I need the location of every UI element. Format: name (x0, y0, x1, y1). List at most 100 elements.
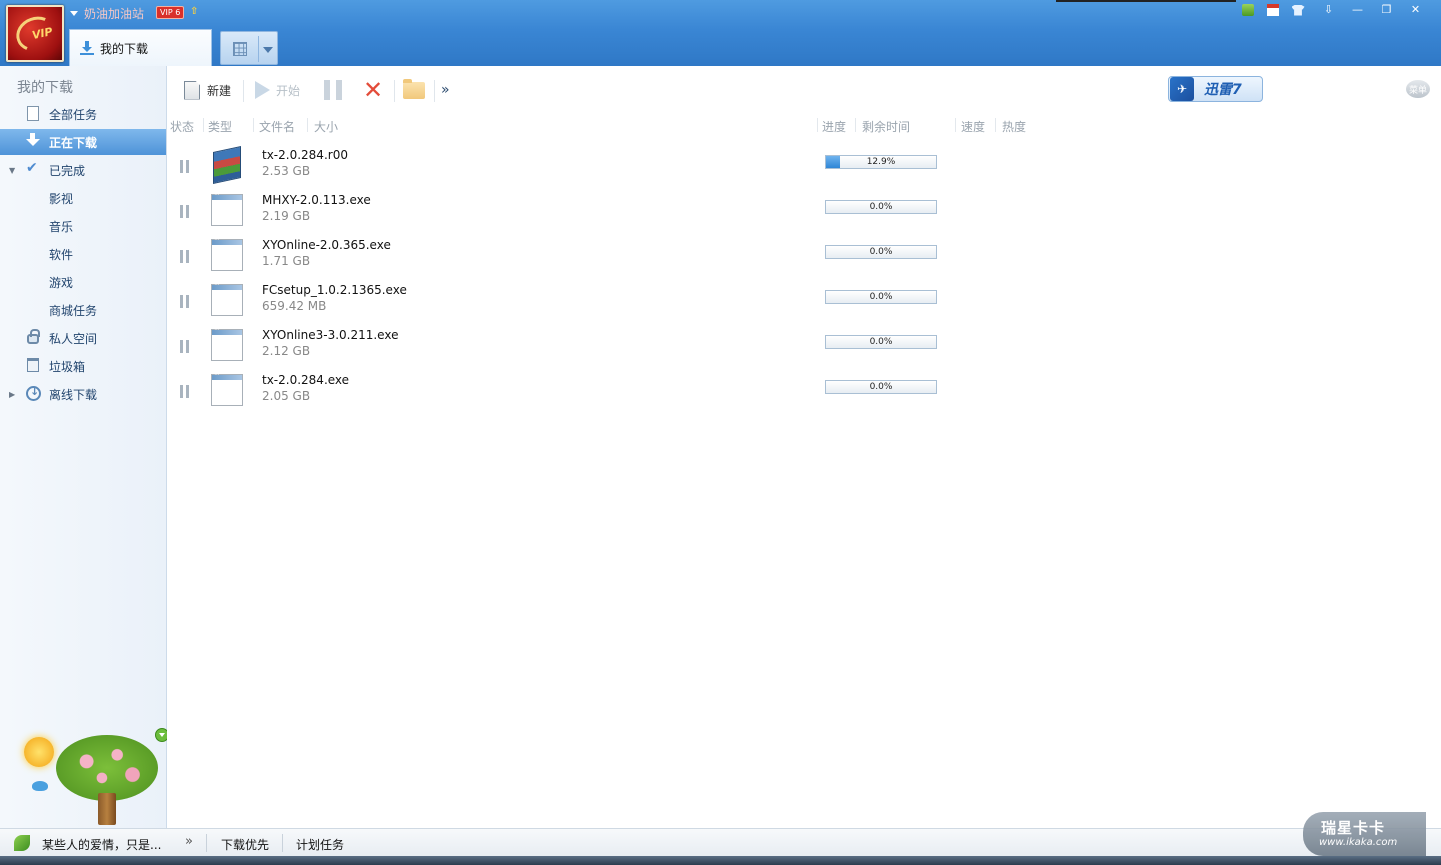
exe-file-icon (211, 280, 243, 316)
column-header-speed[interactable]: 速度 (961, 118, 985, 135)
document-icon (27, 106, 39, 121)
table-row[interactable]: MHXY-2.0.113.exe 2.19 GB 0.0% (167, 190, 1441, 236)
column-header-status[interactable]: 状态 (170, 118, 194, 135)
expand-arrow-icon[interactable]: ▼ (9, 166, 15, 175)
new-label: 新建 (207, 83, 232, 98)
sidebar-item-label: 影视 (49, 191, 74, 206)
sidebar-item-software[interactable]: 软件 (0, 241, 166, 267)
download-arrow-icon (25, 132, 41, 148)
sidebar-item-label: 私人空间 (49, 331, 98, 346)
delete-button[interactable]: ✕ (363, 76, 384, 104)
file-name: MHXY-2.0.113.exe (262, 193, 371, 207)
progress-bar: 0.0% (825, 245, 937, 259)
sidebar-item-all-tasks[interactable]: 全部任务 (0, 101, 166, 127)
file-size: 1.71 GB (262, 254, 311, 268)
vip-level-badge[interactable]: VIP 6 (156, 6, 185, 19)
file-size: 659.42 MB (262, 299, 327, 313)
table-row[interactable]: XYOnline-2.0.365.exe 1.71 GB 0.0% (167, 235, 1441, 281)
calendar-icon[interactable] (1265, 2, 1281, 16)
now-playing-text[interactable]: 某些人的爱情，只是... (42, 836, 161, 853)
sidebar-item-trash[interactable]: 垃圾箱 (0, 353, 166, 379)
exe-file-icon (211, 370, 243, 406)
sidebar-item-music[interactable]: 音乐 (0, 213, 166, 239)
divider (282, 834, 283, 852)
restore-button[interactable]: ❐ (1372, 0, 1401, 18)
table-row[interactable]: FCsetup_1.0.2.1365.exe 659.42 MB 0.0% (167, 280, 1441, 326)
rar-archive-icon (213, 146, 241, 184)
table-row[interactable]: tx-2.0.284.exe 2.05 GB 0.0% (167, 370, 1441, 416)
column-header-filename[interactable]: 文件名 (259, 118, 295, 135)
main-menu-button[interactable]: ⇩ (1314, 0, 1343, 18)
pause-icon[interactable] (180, 385, 190, 398)
progress-label: 0.0% (869, 292, 893, 302)
column-header-progress[interactable]: 进度 (822, 118, 846, 135)
progress-label: 0.0% (869, 202, 893, 212)
sidebar-item-private-space[interactable]: 私人空间 (0, 325, 166, 351)
download-priority-button[interactable]: 下载优先 (221, 836, 269, 853)
menu-button[interactable]: 菜单 (1406, 80, 1430, 98)
pause-icon[interactable] (180, 160, 190, 173)
sidebar-item-offline-download[interactable]: ▶ 离线下载 (0, 381, 166, 407)
column-header-type[interactable]: 类型 (208, 118, 232, 135)
file-name: tx-2.0.284.exe (262, 373, 350, 387)
skin-shirt-icon[interactable] (1290, 2, 1306, 16)
sidebar-item-label: 正在下载 (49, 135, 98, 150)
file-size: 2.53 GB (262, 164, 311, 178)
sidebar-item-video[interactable]: 影视 (0, 185, 166, 211)
column-header-remaining[interactable]: 剩余时间 (862, 118, 910, 135)
exe-file-icon (211, 190, 243, 226)
open-folder-button[interactable] (403, 78, 425, 101)
tab-my-downloads[interactable]: 我的下载 (69, 29, 212, 66)
pause-icon[interactable] (180, 295, 190, 308)
double-chevron-icon[interactable]: » (185, 834, 193, 849)
chevron-down-icon[interactable] (263, 47, 273, 53)
pause-button[interactable] (324, 79, 342, 101)
pause-icon (324, 80, 342, 100)
progress-label: 0.0% (869, 337, 893, 347)
pause-icon[interactable] (180, 340, 190, 353)
double-chevron-icon: » (441, 82, 450, 98)
sidebar-item-label: 商城任务 (49, 303, 98, 318)
vip-upgrade-icon[interactable]: ⇧ (190, 6, 198, 17)
xunlei-brand-button[interactable]: ✈ 迅雷7 (1168, 76, 1263, 102)
scheduled-tasks-button[interactable]: 计划任务 (296, 836, 344, 853)
sidebar-item-label: 音乐 (49, 219, 74, 234)
brand-label: 迅雷7 (1204, 82, 1242, 98)
progress-bar: 12.9% (825, 155, 937, 169)
more-tools-button[interactable]: » (441, 79, 450, 101)
sidebar-item-completed[interactable]: ▼ 已完成 (0, 157, 166, 183)
progress-label: 0.0% (869, 247, 893, 257)
tree-canopy (56, 735, 158, 801)
divider (995, 118, 996, 132)
growth-tree-widget[interactable] (18, 733, 168, 828)
watermark-logo: 瑞星卡卡 www.ikaka.com (1303, 812, 1426, 856)
sidebar-item-label: 垃圾箱 (49, 359, 86, 374)
column-header-size[interactable]: 大小 (314, 118, 338, 135)
table-row[interactable]: XYOnline3-3.0.211.exe 2.12 GB 0.0% (167, 325, 1441, 371)
sidebar-item-games[interactable]: 游戏 (0, 269, 166, 295)
sidebar-item-label: 全部任务 (49, 107, 98, 122)
user-menu[interactable]: 奶油加油站 (70, 5, 144, 21)
start-button[interactable]: 开始 (255, 79, 300, 101)
delete-x-icon: ✕ (363, 76, 384, 104)
minimize-button[interactable]: — (1343, 0, 1372, 18)
start-label: 开始 (276, 83, 301, 98)
column-header-heat[interactable]: 热度 (1002, 118, 1026, 135)
file-name: XYOnline-2.0.365.exe (262, 238, 391, 252)
vip-logo[interactable]: VIP (6, 5, 64, 62)
play-icon (255, 81, 270, 99)
shopping-bag-icon[interactable] (1240, 2, 1256, 16)
new-task-button[interactable]: 新建 (184, 79, 231, 101)
table-row[interactable]: tx-2.0.284.r00 2.53 GB 12.9% (167, 146, 1441, 191)
pause-icon[interactable] (180, 205, 190, 218)
view-grid-button[interactable] (220, 31, 278, 65)
sidebar-item-store-tasks[interactable]: 商城任务 (0, 297, 166, 323)
sidebar-title: 我的下载 (17, 80, 73, 96)
pause-icon[interactable] (180, 250, 190, 263)
sidebar-item-downloading[interactable]: 正在下载 (0, 129, 166, 155)
expand-arrow-icon[interactable]: ▶ (9, 390, 15, 399)
close-button[interactable]: ✕ (1401, 0, 1430, 18)
sidebar: 我的下载 全部任务 正在下载 ▼ 已完成 影视 音乐 软件 游戏 商城任务 私人… (0, 66, 167, 828)
sidebar-item-label: 软件 (49, 247, 74, 262)
watermark-title: 瑞星卡卡 (1321, 819, 1386, 837)
